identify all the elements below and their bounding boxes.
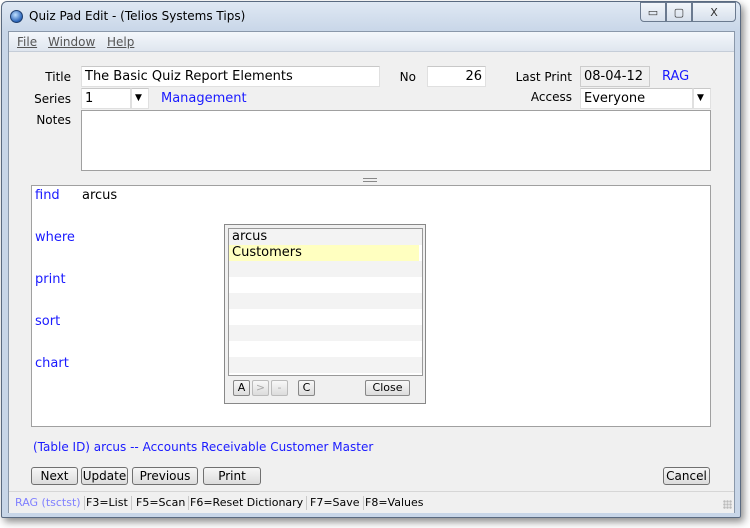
status-f5[interactable]: F5=Scan	[133, 496, 189, 510]
title-label: Title	[29, 70, 71, 84]
menu-file[interactable]: File	[17, 35, 37, 49]
menu-window[interactable]: Window	[48, 35, 95, 49]
next-arrow-button[interactable]: >	[252, 380, 269, 396]
last-print-value: 08-04-12	[580, 66, 650, 87]
last-print-user: RAG	[662, 69, 689, 84]
no-input[interactable]: 26	[427, 66, 486, 87]
next-button[interactable]: Next	[31, 467, 78, 485]
find-value[interactable]: arcus	[82, 188, 117, 203]
cancel-button[interactable]: Cancel	[663, 467, 710, 485]
where-label[interactable]: where	[35, 230, 75, 245]
print-button[interactable]: Print	[203, 467, 261, 485]
window-title: Quiz Pad Edit - (Telios Systems Tips)	[29, 9, 245, 23]
status-f8[interactable]: F8=Values	[362, 496, 426, 510]
update-button[interactable]: Update	[81, 467, 128, 485]
access-select[interactable]: Everyone	[580, 88, 693, 109]
access-dropdown-arrow-icon[interactable]: ▼	[693, 88, 711, 109]
last-print-label: Last Print	[499, 70, 572, 84]
series-name-link[interactable]: Management	[161, 91, 247, 106]
menu-help[interactable]: Help	[107, 35, 134, 49]
find-label[interactable]: find	[35, 188, 60, 203]
table-info: (Table ID) arcus -- Accounts Receivable …	[33, 440, 373, 454]
remove-button[interactable]: -	[271, 380, 288, 396]
table-picker-popup: arcus Customers A > - C Close	[224, 224, 426, 404]
close-button[interactable]: X	[692, 2, 736, 22]
minimize-button[interactable]: ▭	[640, 2, 666, 22]
series-select[interactable]: 1	[81, 88, 131, 109]
query-panel: find arcus where print sort chart arcus …	[31, 185, 711, 427]
notes-label: Notes	[19, 113, 71, 127]
access-label: Access	[509, 90, 572, 104]
c-button[interactable]: C	[298, 380, 315, 396]
splitter-handle[interactable]	[363, 178, 377, 182]
menu-bar: File Window Help	[9, 32, 734, 52]
resize-grip-icon[interactable]	[723, 500, 732, 509]
notes-textarea[interactable]	[81, 110, 711, 171]
app-window: Quiz Pad Edit - (Telios Systems Tips) ▭ …	[1, 1, 741, 518]
print-label[interactable]: print	[35, 272, 66, 287]
sort-label[interactable]: sort	[35, 314, 60, 329]
series-dropdown-arrow-icon[interactable]: ▼	[131, 88, 149, 109]
chart-label[interactable]: chart	[35, 356, 69, 371]
list-item-selected[interactable]: Customers	[229, 245, 419, 261]
list-item[interactable]: arcus	[229, 229, 422, 245]
popup-close-button[interactable]: Close	[365, 380, 410, 396]
status-user: RAG (tsctst)	[12, 496, 85, 510]
title-input[interactable]: The Basic Quiz Report Elements	[81, 66, 380, 87]
add-button[interactable]: A	[233, 380, 250, 396]
status-f3[interactable]: F3=List	[83, 496, 132, 510]
previous-button[interactable]: Previous	[132, 467, 198, 485]
status-f6[interactable]: F6=Reset Dictionary	[187, 496, 307, 510]
no-label: No	[389, 70, 416, 84]
client-area: File Window Help Title The Basic Quiz Re…	[8, 31, 735, 513]
status-bar: RAG (tsctst) F3=List F5=Scan F6=Reset Di…	[9, 491, 734, 513]
series-label: Series	[19, 92, 71, 106]
table-list: arcus Customers	[228, 228, 423, 376]
app-icon	[10, 10, 23, 23]
maximize-button[interactable]: ▢	[666, 2, 692, 22]
status-f7[interactable]: F7=Save	[307, 496, 364, 510]
